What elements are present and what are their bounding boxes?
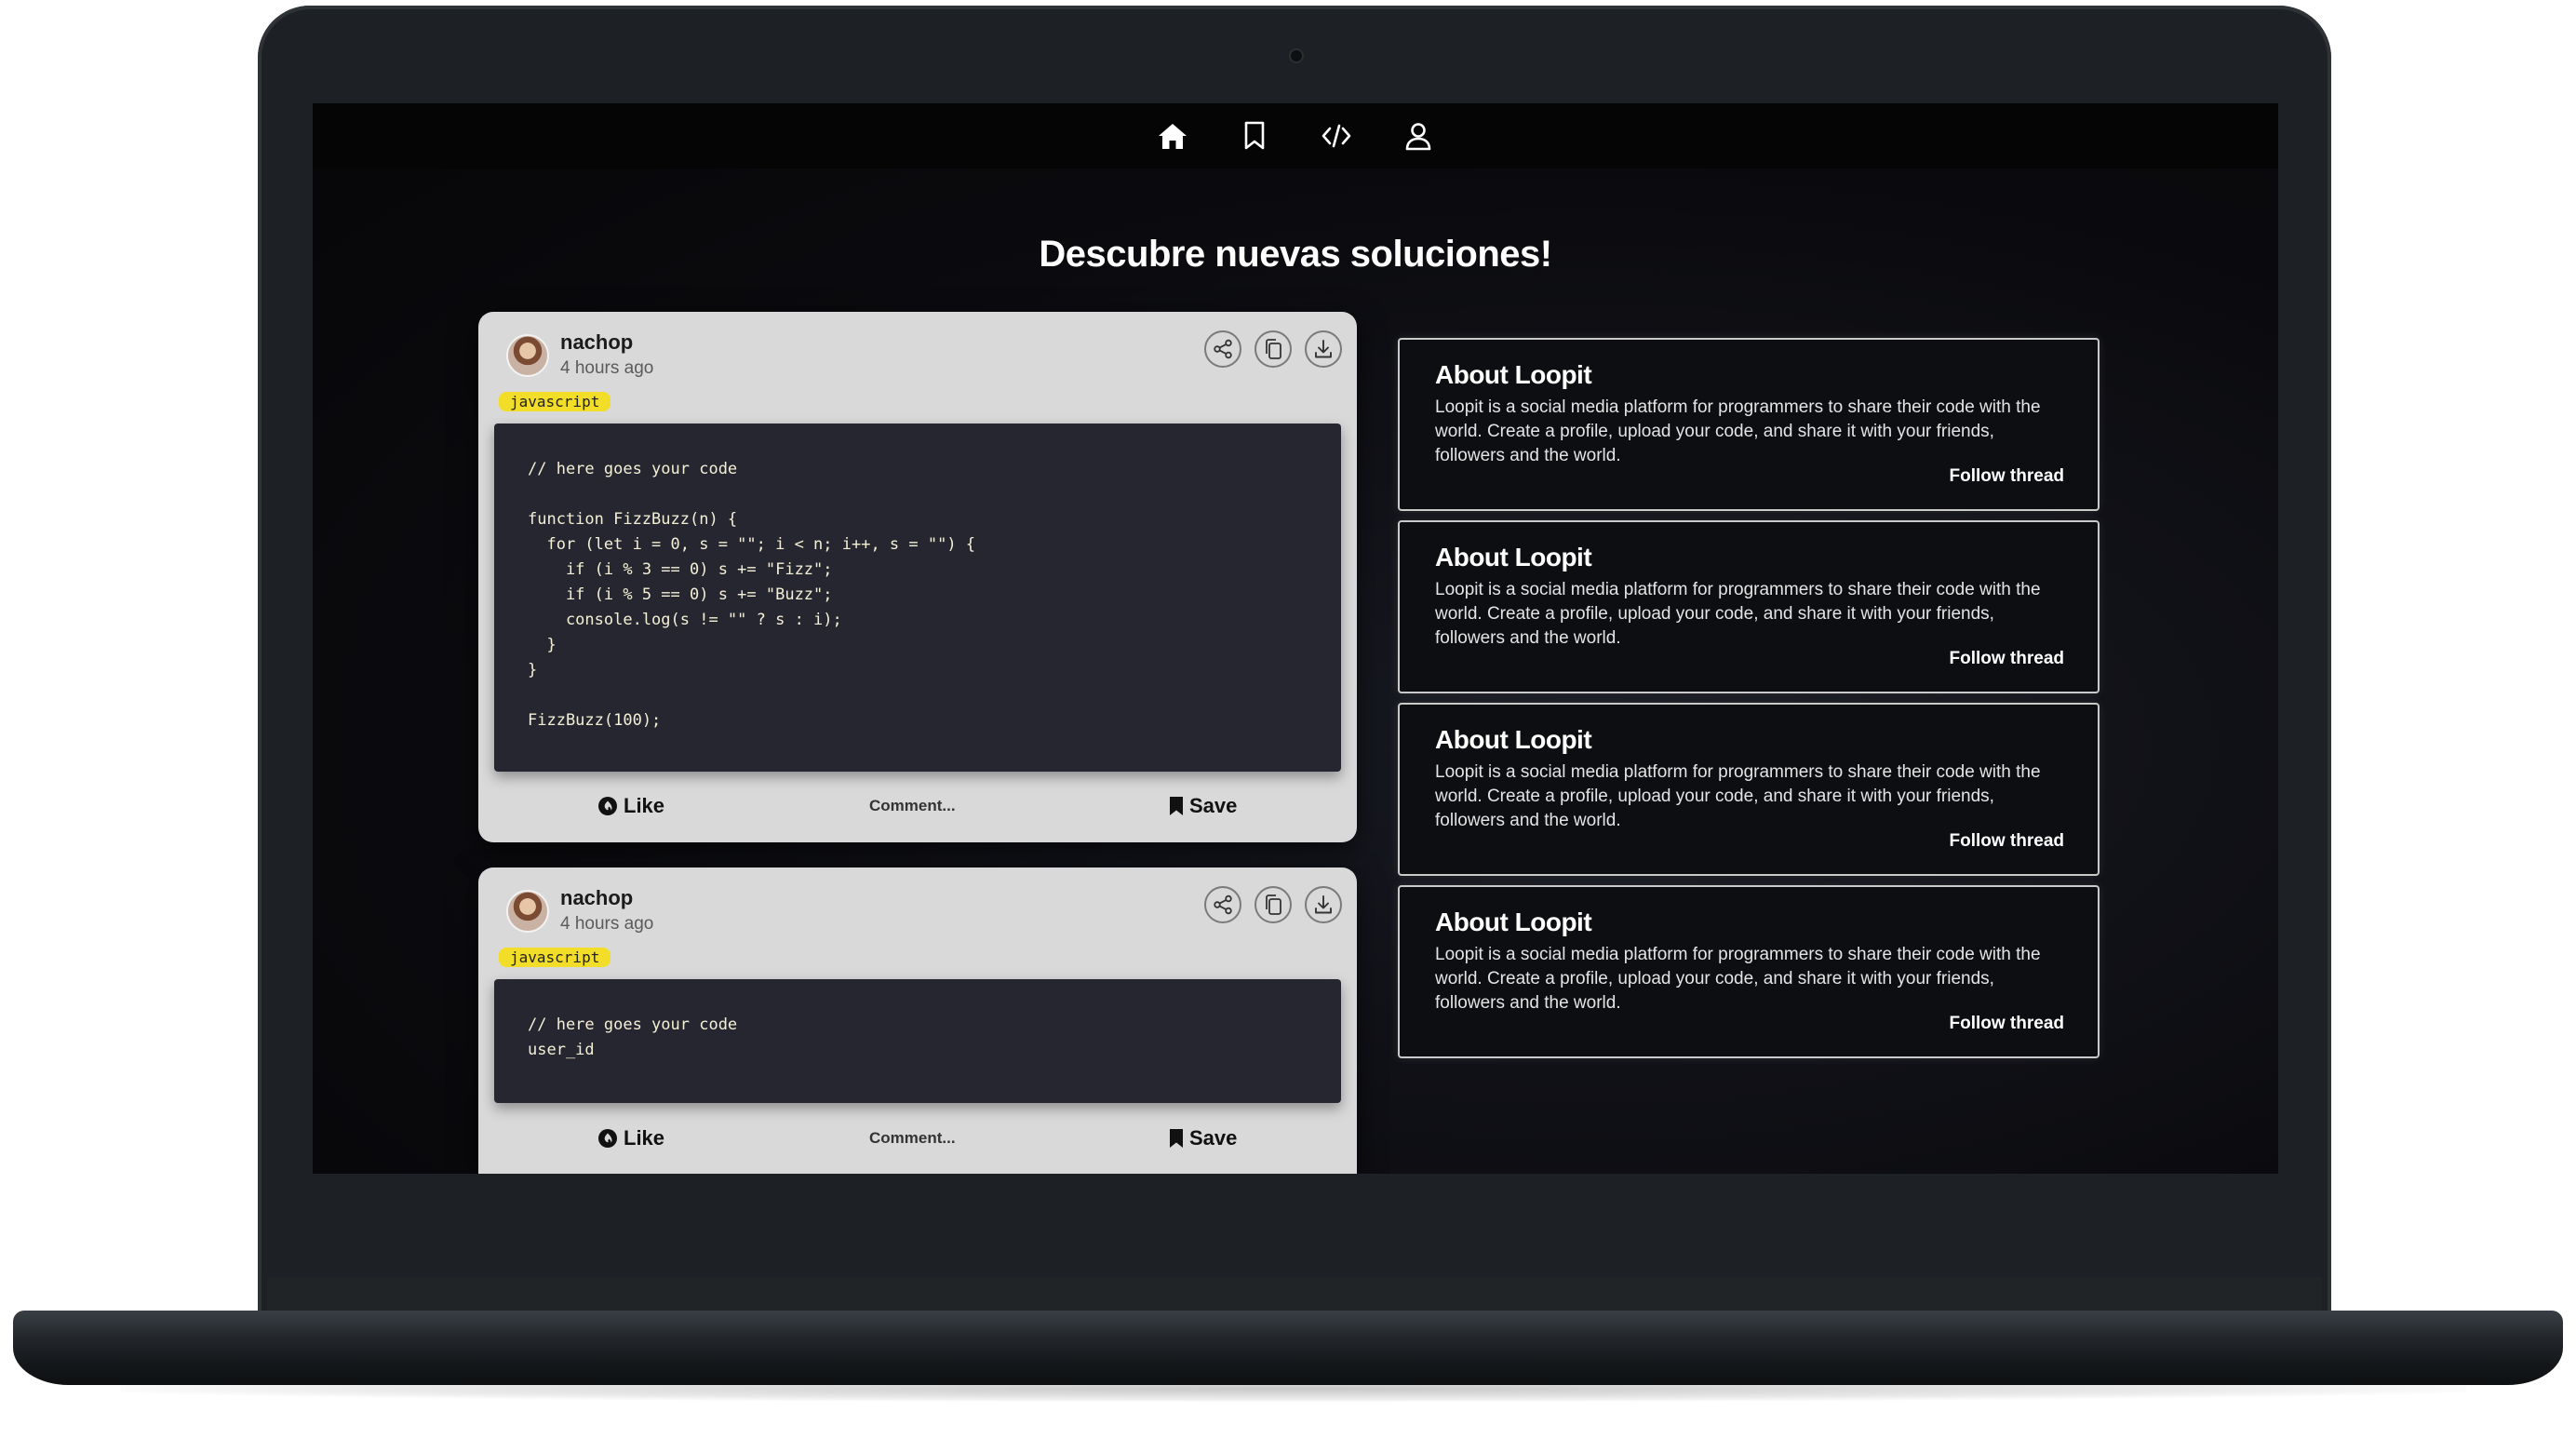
about-text: Loopit is a social media platform for pr…: [1435, 945, 2041, 1013]
bookmark-icon: [1170, 797, 1183, 815]
follow-thread-link[interactable]: Follow thread: [1950, 649, 2065, 669]
avatar[interactable]: [506, 890, 549, 933]
save-button[interactable]: Save: [1169, 794, 1237, 818]
like-icon: [598, 797, 617, 815]
about-card: About Loopit Loopit is a social media pl…: [1398, 703, 2100, 876]
camera-icon: [1289, 48, 1304, 63]
save-label: Save: [1189, 1126, 1238, 1150]
copy-button[interactable]: [1254, 886, 1292, 923]
share-button[interactable]: [1204, 886, 1241, 923]
save-button[interactable]: Save: [1169, 1126, 1237, 1150]
copy-button[interactable]: [1254, 330, 1292, 368]
code-icon[interactable]: [1320, 119, 1353, 153]
copy-icon: [1266, 894, 1281, 915]
download-icon: [1315, 340, 1332, 358]
post-timestamp: 4 hours ago: [560, 358, 654, 378]
bookmark-icon[interactable]: [1238, 119, 1271, 153]
follow-thread-link[interactable]: Follow thread: [1950, 466, 2065, 487]
code-post: nachop 4 hours ago javascript // here go…: [478, 867, 1357, 1174]
about-title: About Loopit: [1435, 543, 1592, 572]
top-nav: [313, 103, 2278, 168]
like-icon: [598, 1129, 617, 1148]
code-post: nachop 4 hours ago javascript // here go…: [478, 312, 1357, 842]
download-button[interactable]: [1305, 330, 1342, 368]
post-footer: Like Comment... Save: [478, 794, 1357, 831]
avatar[interactable]: [506, 334, 549, 377]
laptop-bezel-bottom: [267, 1277, 2322, 1314]
page-title: Descubre nuevas soluciones!: [1039, 234, 1552, 275]
like-button[interactable]: Like: [597, 1126, 664, 1150]
comment-button[interactable]: Comment...: [869, 1129, 956, 1148]
about-card: About Loopit Loopit is a social media pl…: [1398, 520, 2100, 693]
share-button[interactable]: [1204, 330, 1241, 368]
user-icon[interactable]: [1402, 119, 1435, 153]
share-icon: [1214, 894, 1232, 915]
code-block[interactable]: // here goes your code user_id: [494, 979, 1341, 1103]
home-icon[interactable]: [1156, 119, 1189, 153]
follow-thread-link[interactable]: Follow thread: [1950, 1014, 2065, 1034]
download-icon: [1315, 895, 1332, 914]
post-footer: Like Comment... Save: [478, 1126, 1357, 1163]
like-label: Like: [624, 794, 665, 817]
save-label: Save: [1189, 794, 1238, 817]
about-card: About Loopit Loopit is a social media pl…: [1398, 338, 2100, 511]
about-title: About Loopit: [1435, 725, 1592, 754]
bookmark-icon: [1170, 1129, 1183, 1148]
like-label: Like: [624, 1126, 665, 1150]
post-username[interactable]: nachop: [560, 330, 633, 355]
post-actions: [1204, 886, 1342, 923]
about-card: About Loopit Loopit is a social media pl…: [1398, 885, 2100, 1058]
language-tag[interactable]: javascript: [499, 392, 611, 411]
app-screen: Descubre nuevas soluciones! nachop 4 hou…: [313, 103, 2278, 1174]
about-title: About Loopit: [1435, 908, 1592, 936]
like-button[interactable]: Like: [597, 794, 664, 818]
share-icon: [1214, 339, 1232, 359]
copy-icon: [1266, 339, 1281, 359]
comment-button[interactable]: Comment...: [869, 797, 956, 815]
about-text: Loopit is a social media platform for pr…: [1435, 762, 2041, 830]
laptop-base: [13, 1311, 2563, 1385]
about-text: Loopit is a social media platform for pr…: [1435, 580, 2041, 648]
code-block[interactable]: // here goes your code function FizzBuzz…: [494, 424, 1341, 772]
about-title: About Loopit: [1435, 360, 1592, 389]
post-actions: [1204, 330, 1342, 368]
follow-thread-link[interactable]: Follow thread: [1950, 831, 2065, 852]
language-tag[interactable]: javascript: [499, 948, 611, 967]
post-username[interactable]: nachop: [560, 886, 633, 910]
post-timestamp: 4 hours ago: [560, 914, 654, 934]
about-text: Loopit is a social media platform for pr…: [1435, 397, 2041, 465]
download-button[interactable]: [1305, 886, 1342, 923]
